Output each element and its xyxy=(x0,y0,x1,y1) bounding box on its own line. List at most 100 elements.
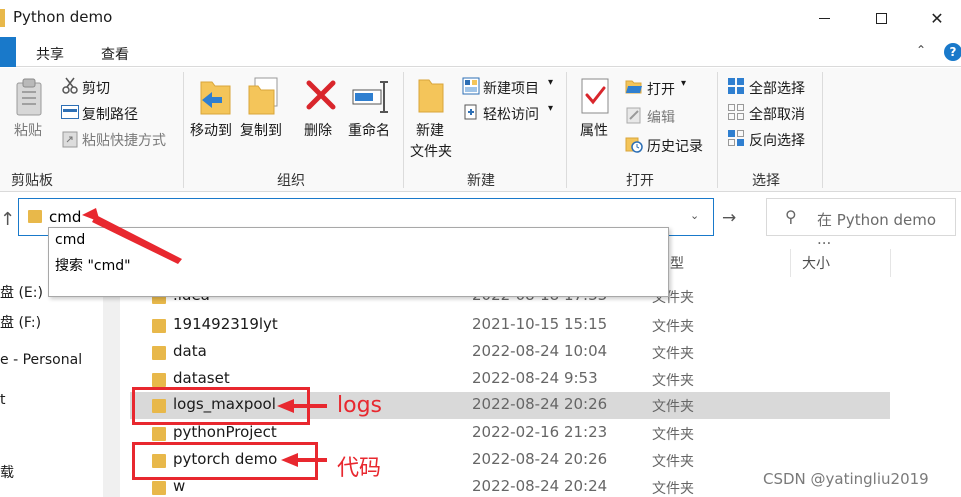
close-button[interactable]: ✕ xyxy=(908,0,961,37)
file-date: 2022-08-24 20:26 xyxy=(472,395,608,413)
edit-button[interactable]: 编辑 xyxy=(647,107,675,127)
ribbon: 粘贴 剪切 复制路径 粘贴快捷方式 剪贴板 移动到 复制到 删除 重命名 组织 … xyxy=(0,68,961,192)
file-type: 文件夹 xyxy=(652,346,694,362)
annotation-logs: logs xyxy=(337,393,382,418)
new-folder-icon xyxy=(418,79,444,113)
easy-access-dropdown-icon[interactable]: ▾ xyxy=(548,103,553,114)
paste-shortcut-icon xyxy=(62,131,78,148)
paste-shortcut-button[interactable]: 粘贴快捷方式 xyxy=(82,130,166,150)
help-icon[interactable]: ? xyxy=(944,43,961,61)
ribbon-divider xyxy=(403,72,404,188)
select-none-button[interactable]: 全部取消 xyxy=(749,104,805,124)
annotation-code: 代码 xyxy=(337,456,382,481)
history-button[interactable]: 历史记录 xyxy=(647,136,703,156)
paste-icon xyxy=(16,78,42,116)
highlight-box-logs xyxy=(132,387,310,425)
easy-access-icon xyxy=(464,104,477,120)
file-date: 2022-08-24 20:24 xyxy=(472,477,608,495)
file-name: data xyxy=(173,342,207,360)
nav-item[interactable]: 载 xyxy=(0,462,14,482)
folder-icon xyxy=(152,346,166,360)
group-label-open: 打开 xyxy=(626,173,654,189)
rename-icon xyxy=(352,81,388,113)
column-divider[interactable] xyxy=(790,249,791,277)
cut-button[interactable]: 剪切 xyxy=(82,78,110,98)
close-icon: ✕ xyxy=(930,9,944,28)
up-arrow-icon[interactable]: ↑ xyxy=(0,209,15,230)
open-dropdown-icon[interactable]: ▾ xyxy=(681,78,686,89)
folder-icon xyxy=(152,373,166,387)
copy-to-icon xyxy=(248,77,278,115)
nav-item[interactable]: 盘 (E:) xyxy=(0,282,43,302)
go-arrow-icon[interactable]: → xyxy=(722,208,736,228)
open-icon xyxy=(625,80,642,94)
group-label-clipboard: 剪贴板 xyxy=(11,173,53,189)
new-item-icon xyxy=(462,77,480,95)
nav-item[interactable]: t xyxy=(0,392,6,408)
search-icon: ⚲ xyxy=(785,207,797,226)
new-item-button[interactable]: 新建项目 xyxy=(483,78,539,98)
table-row[interactable]: data 2022-08-24 10:04 文件夹 xyxy=(130,339,890,366)
folder-icon xyxy=(152,427,166,441)
select-all-icon xyxy=(728,78,744,94)
copy-path-icon xyxy=(61,105,79,119)
file-name: pythonProject xyxy=(173,423,277,441)
nav-item[interactable]: 盘 (F:) xyxy=(0,312,41,332)
move-to-button[interactable]: 移动到 xyxy=(190,120,232,140)
minimize-icon xyxy=(818,18,830,19)
copy-path-button[interactable]: 复制路径 xyxy=(82,104,138,124)
address-input[interactable]: cmd xyxy=(49,208,81,226)
column-divider[interactable] xyxy=(890,249,891,277)
select-all-button[interactable]: 全部选择 xyxy=(749,78,805,98)
invert-selection-icon xyxy=(728,130,744,146)
file-type: 文件夹 xyxy=(652,319,694,335)
ribbon-divider xyxy=(566,72,567,188)
scissors-icon xyxy=(62,77,78,94)
ribbon-tabs: 共享 查看 ⌃ ? xyxy=(0,37,961,67)
autocomplete-item[interactable]: cmd xyxy=(55,232,85,248)
properties-icon xyxy=(581,78,609,114)
column-header-size[interactable]: 大小 xyxy=(802,253,830,273)
tab-view[interactable]: 查看 xyxy=(101,44,129,64)
folder-icon xyxy=(152,319,166,333)
file-type: 文件夹 xyxy=(652,399,694,415)
open-button[interactable]: 打开 xyxy=(647,79,675,99)
group-label-organize: 组织 xyxy=(277,173,305,189)
select-none-icon xyxy=(728,104,744,120)
nav-item[interactable]: e - Personal xyxy=(0,352,82,368)
paste-button[interactable]: 粘贴 xyxy=(14,120,42,140)
watermark: CSDN @yatingliu2019 xyxy=(763,470,929,488)
delete-button[interactable]: 删除 xyxy=(304,120,332,140)
ribbon-divider xyxy=(717,72,718,188)
table-row[interactable]: 191492319lyt 2021-10-15 15:15 文件夹 xyxy=(130,312,890,339)
file-type: 文件夹 xyxy=(652,427,694,443)
ribbon-collapse-icon[interactable]: ⌃ xyxy=(916,43,926,57)
file-type: 文件夹 xyxy=(652,454,694,470)
folder-icon xyxy=(152,481,166,495)
new-folder-button[interactable]: 新建 xyxy=(416,120,444,140)
column-header-type[interactable]: 型 xyxy=(670,253,684,273)
file-type: 文件夹 xyxy=(652,481,694,497)
file-type: 文件夹 xyxy=(652,373,694,389)
folder-icon xyxy=(0,9,5,27)
invert-selection-button[interactable]: 反向选择 xyxy=(749,130,805,150)
autocomplete-item[interactable]: 搜索 "cmd" xyxy=(55,255,131,275)
search-box[interactable]: ⚲ 在 Python demo ... xyxy=(766,198,956,248)
new-item-dropdown-icon[interactable]: ▾ xyxy=(548,77,553,88)
chevron-down-icon[interactable]: ⌄ xyxy=(690,209,699,222)
easy-access-button[interactable]: 轻松访问 xyxy=(483,104,539,124)
minimize-button[interactable] xyxy=(795,0,853,37)
move-to-icon xyxy=(200,81,231,115)
file-date: 2022-02-16 21:23 xyxy=(472,423,608,441)
delete-icon xyxy=(306,80,336,110)
rename-button[interactable]: 重命名 xyxy=(348,120,390,140)
highlight-box-code xyxy=(132,442,318,480)
tab-file[interactable] xyxy=(0,37,16,67)
maximize-button[interactable] xyxy=(852,0,910,37)
edit-icon xyxy=(626,107,641,124)
tab-share[interactable]: 共享 xyxy=(36,44,64,64)
file-date: 2021-10-15 15:15 xyxy=(472,315,608,333)
group-label-select: 选择 xyxy=(752,173,780,189)
properties-button[interactable]: 属性 xyxy=(580,120,608,140)
copy-to-button[interactable]: 复制到 xyxy=(240,120,282,140)
